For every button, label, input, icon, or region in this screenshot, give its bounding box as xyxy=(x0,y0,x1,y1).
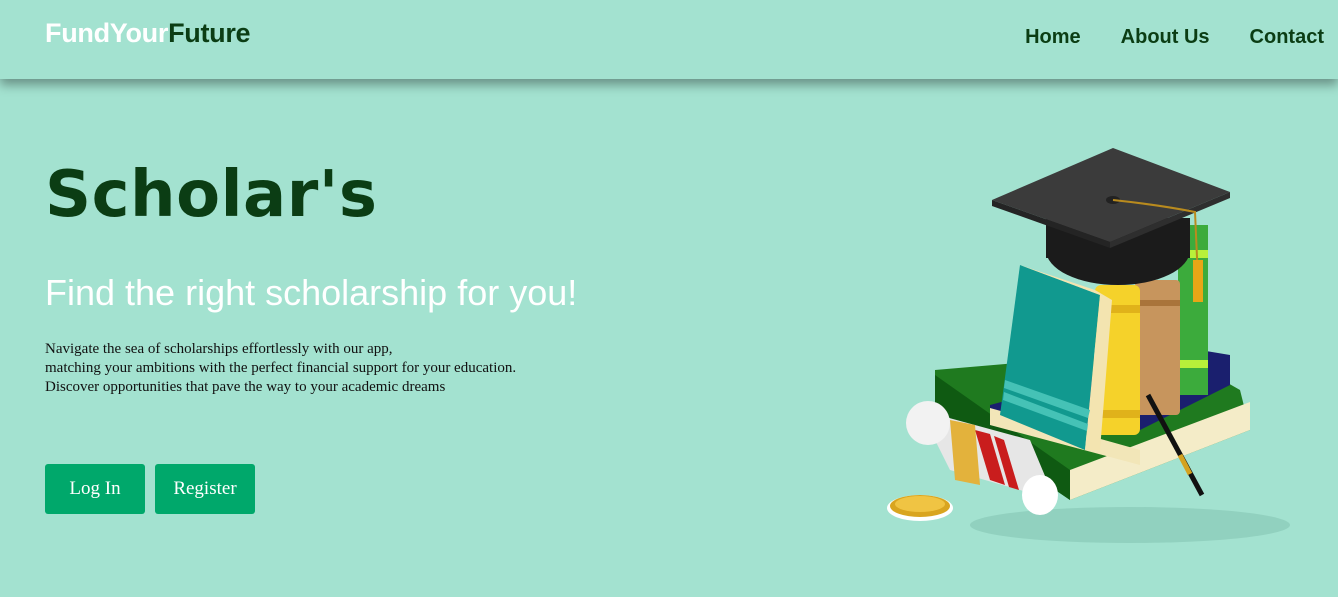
register-button[interactable]: Register xyxy=(155,464,255,514)
brand-logo[interactable]: FundYourFuture xyxy=(45,18,251,49)
hero-subtitle: Find the right scholarship for you! xyxy=(45,272,578,313)
login-button[interactable]: Log In xyxy=(45,464,145,514)
nav-links: Home About Us Contact xyxy=(1025,26,1324,49)
hero-description-line: matching your ambitions with the perfect… xyxy=(45,360,517,376)
hero-description-line: Navigate the sea of scholarships effortl… xyxy=(45,341,393,357)
nav-link-home[interactable]: Home xyxy=(1025,26,1081,49)
brand-part-fundyour: FundYour xyxy=(45,18,169,48)
hero-description: Navigate the sea of scholarships effortl… xyxy=(45,340,516,397)
hero-title: Scholar's xyxy=(45,158,378,232)
nav-link-contact[interactable]: Contact xyxy=(1250,26,1324,49)
hero-description-line: Discover opportunities that pave the way… xyxy=(45,379,446,395)
graduation-books-illustration xyxy=(887,148,1290,543)
navbar: FundYourFuture Home About Us Contact xyxy=(0,0,1338,79)
brand-part-future: Future xyxy=(168,18,251,48)
nav-link-about-us[interactable]: About Us xyxy=(1121,26,1210,49)
